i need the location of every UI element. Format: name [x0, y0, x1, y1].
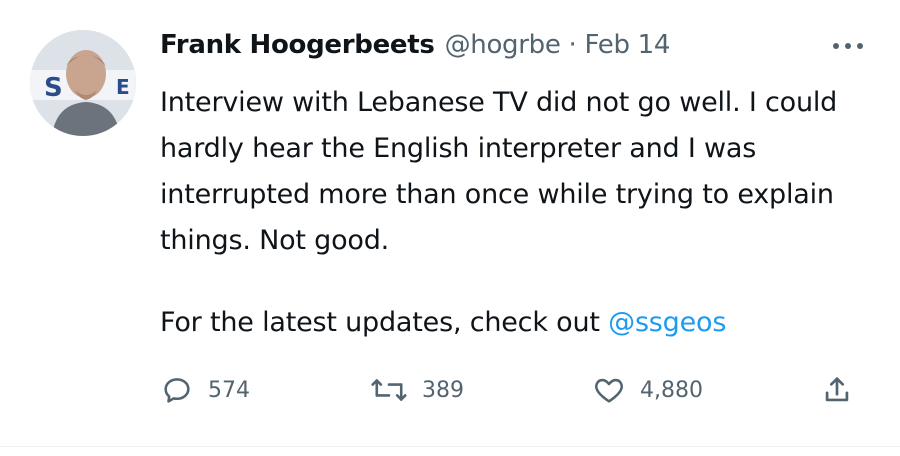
tweet-actions: 574 389 4,880 [160, 368, 865, 412]
tweet-date[interactable]: Feb 14 [585, 30, 671, 60]
reply-count: 574 [208, 377, 250, 403]
like-button[interactable]: 4,880 [592, 368, 703, 412]
tweet-text-paragraph-1: Interview with Lebanese TV did not go we… [160, 87, 838, 256]
more-options-icon [833, 43, 863, 49]
svg-text:S: S [44, 73, 63, 103]
updates-text: For the latest updates, check out [160, 307, 609, 338]
tweet-header: Frank Hoogerbeets @hogrbe · Feb 14 [160, 30, 670, 60]
avatar[interactable]: S E [30, 30, 136, 136]
heart-icon [595, 378, 623, 403]
author-display-name[interactable]: Frank Hoogerbeets [160, 30, 435, 60]
like-count: 4,880 [640, 377, 703, 403]
retweet-button[interactable]: 389 [370, 368, 464, 412]
share-button[interactable] [820, 368, 854, 412]
retweet-icon [371, 379, 407, 401]
reply-icon [164, 378, 190, 403]
mention-link[interactable]: @ssgeos [608, 307, 726, 338]
divider [0, 446, 900, 447]
author-handle[interactable]: @hogrbe [445, 30, 561, 60]
reply-button[interactable]: 574 [160, 368, 250, 412]
separator-dot: · [568, 30, 577, 60]
share-icon [825, 377, 849, 402]
profile-photo-icon: S E [30, 30, 136, 136]
more-options-button[interactable] [828, 34, 868, 58]
svg-text:E: E [116, 75, 130, 99]
retweet-count: 389 [422, 377, 464, 403]
tweet-card[interactable]: S E Frank Hoogerbeets @hogrbe · Feb 14 I… [0, 0, 900, 456]
tweet-text-paragraph-2: For the latest updates, check out @ssgeo… [160, 300, 860, 346]
